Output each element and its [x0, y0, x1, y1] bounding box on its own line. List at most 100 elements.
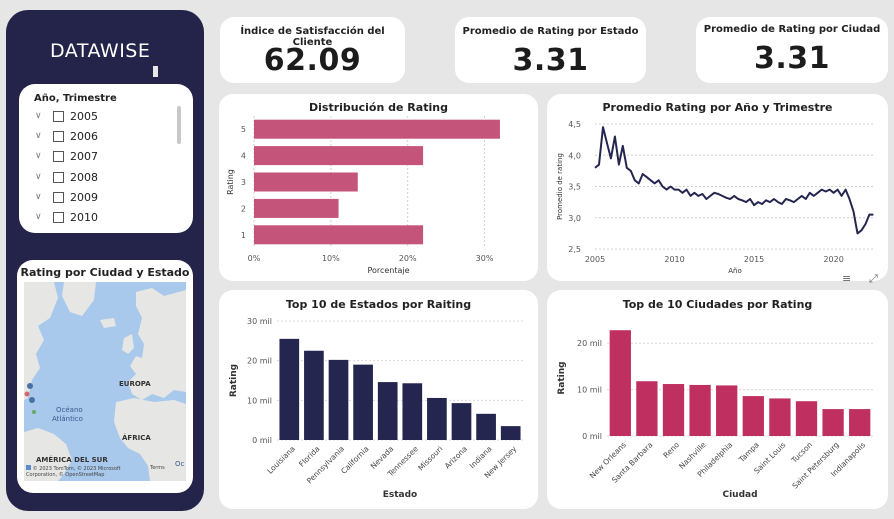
bar	[662, 384, 685, 436]
chevron-down-icon[interactable]: ∨	[35, 212, 47, 222]
slicer-item-label: 2007	[70, 149, 98, 163]
slicer-item[interactable]: ∨ 2006	[35, 127, 98, 145]
slicer-item-label: 2005	[70, 109, 98, 123]
slicer-item-label: 2008	[70, 170, 98, 184]
bar	[353, 364, 373, 440]
x-axis-title: Porcentaje	[367, 266, 409, 275]
map-attribution: © 2023 TomTom, © 2023 Microsoft Corporat…	[26, 465, 121, 478]
x-tick-label: 10%	[322, 254, 340, 263]
x-tick-label: Arizona	[443, 444, 469, 470]
slicer-scrollbar[interactable]	[177, 106, 181, 144]
bar	[849, 409, 871, 436]
chevron-down-icon[interactable]: ∨	[35, 151, 47, 161]
bar	[609, 330, 631, 436]
checkbox[interactable]	[53, 130, 64, 142]
checkbox[interactable]	[53, 191, 64, 203]
map-label-atlantic: Atlántico	[52, 415, 83, 423]
x-axis-title: Estado	[383, 490, 418, 500]
y-axis-title: Rating	[557, 361, 567, 394]
map-land-north-america	[24, 282, 58, 400]
slicer-item[interactable]: ∨ 2008	[35, 168, 98, 186]
y-axis-title: Promedio de rating	[556, 153, 564, 220]
x-tick-label: 2015	[744, 255, 764, 264]
chevron-down-icon[interactable]: ∨	[35, 111, 47, 121]
x-tick-label: Tucson	[789, 440, 814, 465]
slicer-title: Año, Trimestre	[34, 93, 117, 104]
checkbox[interactable]	[53, 150, 64, 162]
bar	[279, 338, 300, 440]
y-tick-label: 30 mil	[247, 317, 272, 326]
checkbox[interactable]	[53, 211, 64, 223]
y-tick-label: 3	[241, 178, 246, 187]
bar	[636, 381, 658, 436]
y-tick-label: 4,5	[568, 120, 581, 129]
kpi-title: Promedio de Rating por Ciudad	[703, 24, 881, 35]
brand-mark	[153, 66, 158, 77]
slicer-item[interactable]: ∨ 2005	[35, 107, 98, 125]
slicer-item[interactable]: ∨ 2007	[35, 147, 98, 165]
map-title: Rating por Ciudad y Estado	[20, 266, 190, 279]
bar	[254, 146, 424, 166]
kpi-value: 3.31	[753, 41, 831, 76]
checkbox[interactable]	[53, 171, 64, 183]
x-tick-label: 30%	[476, 254, 494, 263]
filter-icon[interactable]: ≡	[842, 272, 851, 285]
checkbox[interactable]	[53, 110, 64, 122]
slicer-item-label: 2010	[70, 210, 98, 224]
bar	[254, 198, 339, 218]
y-tick-label: 20 mil	[577, 339, 602, 348]
bar	[795, 401, 818, 436]
x-tick-label: Louisiana	[265, 444, 296, 475]
top-cities-chart: 0 mil10 mil20 milNew OrleansSanta Barbar…	[557, 330, 873, 500]
bar	[689, 384, 711, 436]
map-point	[24, 391, 30, 397]
x-tick-label: Missouri	[416, 444, 444, 472]
y-tick-label: 10 mil	[247, 396, 272, 405]
map-point	[27, 383, 33, 389]
focus-mode-icon[interactable]: ⤢	[869, 272, 878, 286]
year-quarter-slicer: Año, Trimestre ∨ 2005 ∨ 2006 ∨ 2007 ∨ 20…	[19, 84, 193, 233]
slicer-item-label: 2009	[70, 190, 98, 204]
y-tick-label: 3,5	[568, 183, 581, 192]
kpi-card-rating-city: Promedio de Rating por Ciudad 3.31	[696, 17, 888, 83]
slicer-item-label: 2006	[70, 129, 98, 143]
bar	[254, 225, 424, 245]
chevron-down-icon[interactable]: ∨	[35, 192, 47, 202]
slicer-item[interactable]: ∨ 2009	[35, 188, 98, 206]
microsoft-logo-icon	[26, 465, 31, 470]
map-view[interactable]: EUROPA Océano Atlántico ÁFRICA AMÉRICA D…	[24, 282, 186, 481]
map-label-africa: ÁFRICA	[122, 434, 151, 442]
x-axis-title: Ciudad	[722, 490, 757, 500]
bar	[476, 413, 496, 440]
sidebar: DATAWISE Año, Trimestre ∨ 2005 ∨ 2006 ∨ …	[6, 10, 204, 511]
map-point	[32, 410, 36, 414]
y-tick-label: 10 mil	[577, 386, 602, 395]
chart-card-top-cities: Top de 10 Ciudades por Rating 0 mil 10 mi…	[547, 290, 888, 509]
x-tick-label: Tampa	[736, 440, 760, 464]
map-point	[29, 397, 35, 403]
map-terms-link[interactable]: Terms	[150, 465, 165, 471]
x-tick-label: 2005	[585, 255, 605, 264]
chevron-down-icon[interactable]: ∨	[35, 172, 47, 182]
map-label-europe: EUROPA	[119, 380, 151, 388]
bar	[304, 350, 324, 440]
map-card: Rating por Ciudad y Estado EUROPA Océano…	[17, 260, 193, 493]
bar	[500, 426, 521, 440]
y-tick-label: 4	[241, 152, 246, 161]
chart-card-rating-trend: Promedio Rating por Año y Trimestre 2,5 3…	[547, 94, 888, 285]
chevron-down-icon[interactable]: ∨	[35, 131, 47, 141]
kpi-value: 3.31	[512, 43, 589, 78]
y-tick-label: 2,5	[568, 245, 581, 254]
y-tick-label: 4,0	[568, 151, 581, 160]
y-tick-label: 0 mil	[582, 432, 602, 441]
map-land-iceland	[100, 318, 116, 328]
bar	[254, 172, 358, 192]
kpi-title: Promedio de Rating por Estado	[462, 26, 639, 37]
map-land-greenland	[62, 282, 96, 316]
x-tick-label: 2020	[823, 255, 843, 264]
bar	[716, 385, 738, 436]
slicer-item[interactable]: ∨ 2010	[35, 208, 98, 226]
y-tick-label: 1	[241, 231, 246, 240]
chart-card-top-states: Top 10 de Estados por Raiting 0 mil 10 mi…	[219, 290, 538, 509]
bar	[402, 383, 423, 440]
